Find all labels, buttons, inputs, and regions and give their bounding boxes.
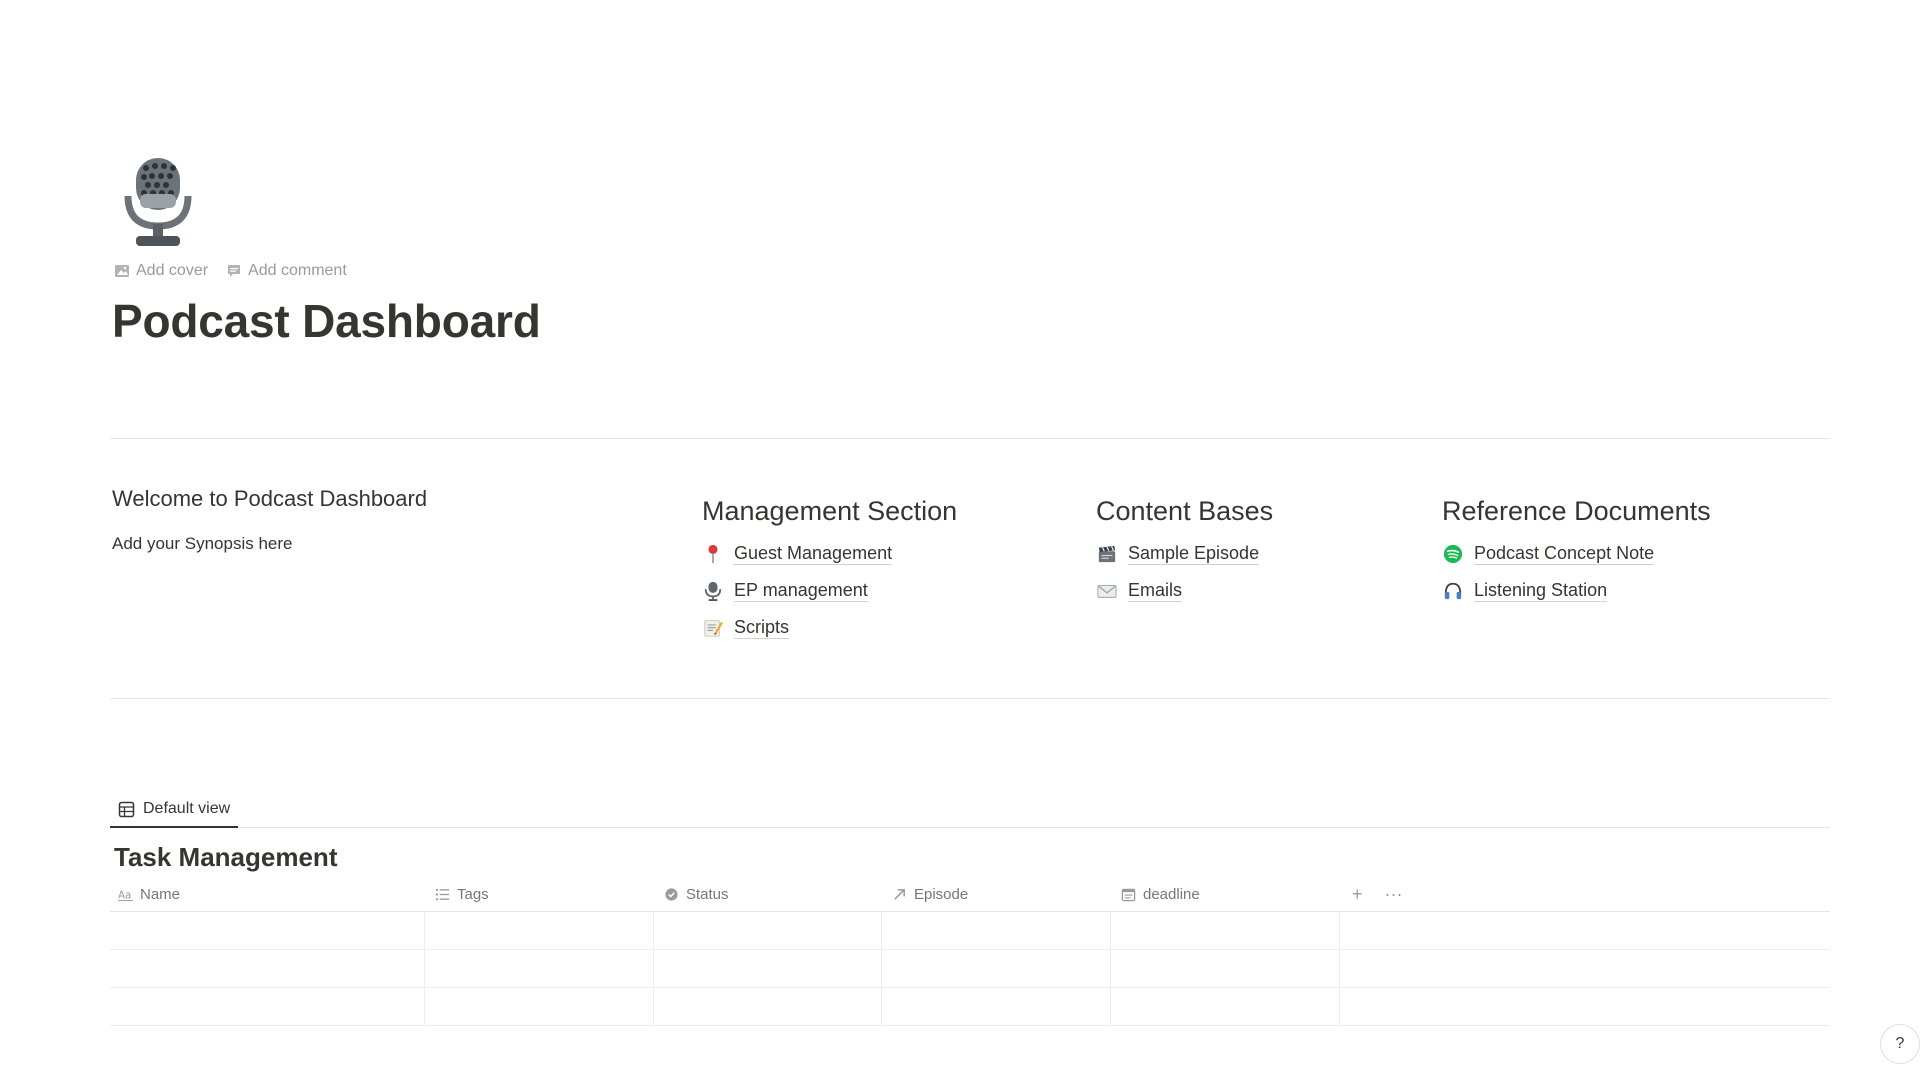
listening-station-link[interactable]: Listening Station	[1442, 572, 1711, 609]
column-header-status[interactable]: Status	[654, 877, 882, 911]
ep-management-link[interactable]: EP management	[702, 572, 957, 609]
link-label: Sample Episode	[1128, 543, 1260, 565]
column-header-deadline[interactable]: deadline	[1111, 877, 1340, 911]
column-header-name[interactable]: Aa Name	[110, 877, 425, 911]
list-icon	[435, 888, 450, 900]
table-cell[interactable]	[654, 988, 882, 1025]
table-row[interactable]	[110, 912, 1830, 950]
svg-text:Aa: Aa	[118, 889, 131, 901]
link-label: Emails	[1128, 580, 1183, 602]
reference-documents-section: Reference Documents Podcast Concept Note…	[1442, 496, 1711, 609]
table-cell[interactable]	[882, 988, 1111, 1025]
calendar-icon	[1121, 888, 1136, 901]
link-label: Guest Management	[734, 543, 893, 565]
link-label: Scripts	[734, 617, 790, 639]
table-row[interactable]	[110, 988, 1830, 1026]
column-label: Status	[686, 885, 729, 903]
memo-icon	[702, 617, 724, 639]
section-heading: Management Section	[702, 496, 958, 526]
status-icon	[665, 887, 678, 901]
table-cell[interactable]	[110, 950, 425, 987]
welcome-block: Welcome to Podcast Dashboard Add your Sy…	[112, 486, 632, 554]
add-property-button[interactable]: +	[1352, 884, 1363, 905]
divider	[110, 438, 1830, 439]
table-header: Aa Name Tags Status Episode deadline + ·…	[110, 877, 1830, 912]
help-label: ?	[1895, 1035, 1905, 1052]
link-label: Listening Station	[1474, 580, 1608, 602]
view-tab-bar: Default view	[110, 792, 1830, 828]
scripts-link[interactable]: Scripts	[702, 609, 957, 646]
table-cell[interactable]	[425, 988, 654, 1025]
link-label: Podcast Concept Note	[1474, 543, 1655, 565]
table-icon	[118, 801, 135, 817]
table-cell	[1340, 912, 1830, 949]
relation-arrow-icon	[894, 888, 905, 900]
help-button[interactable]: ?	[1880, 1024, 1920, 1064]
column-label: Episode	[914, 885, 969, 903]
more-options-button[interactable]: ···	[1385, 884, 1403, 905]
table-cell[interactable]	[425, 950, 654, 987]
section-heading: Reference Documents	[1442, 496, 1711, 526]
envelope-icon	[1096, 580, 1118, 602]
table-cell[interactable]	[425, 912, 654, 949]
emails-link[interactable]: Emails	[1096, 572, 1273, 609]
content-bases-section: Content Bases Sample Episode Emails	[1096, 496, 1273, 609]
page-title: Podcast Dashboard	[112, 295, 541, 347]
table-cell[interactable]	[110, 988, 425, 1025]
table-cell[interactable]	[1111, 912, 1340, 949]
column-label: Name	[140, 885, 181, 903]
table-cell[interactable]	[882, 912, 1111, 949]
column-header-tags[interactable]: Tags	[425, 877, 654, 911]
page-actions: Add cover Add comment	[114, 262, 347, 280]
pushpin-icon	[702, 543, 724, 565]
image-icon	[115, 265, 129, 277]
microphone-icon	[702, 580, 724, 602]
link-label: EP management	[734, 580, 868, 602]
table-cell[interactable]	[1111, 950, 1340, 987]
task-table: Aa Name Tags Status Episode deadline + ·…	[110, 877, 1830, 1026]
sample-episode-link[interactable]: Sample Episode	[1096, 535, 1273, 572]
management-section: Management Section Guest Management EP m…	[702, 496, 957, 646]
add-comment-button[interactable]: Add comment	[226, 262, 347, 280]
microphone-icon[interactable]	[118, 156, 198, 248]
text-icon: Aa	[118, 889, 133, 901]
comment-icon	[228, 265, 241, 277]
table-cell[interactable]	[654, 950, 882, 987]
table-cell[interactable]	[654, 912, 882, 949]
add-comment-label: Add comment	[248, 262, 347, 279]
table-cell	[1340, 950, 1830, 987]
column-label: Tags	[457, 885, 489, 903]
add-cover-button[interactable]: Add cover	[114, 262, 208, 280]
add-cover-label: Add cover	[136, 262, 209, 279]
column-header-actions: + ···	[1340, 877, 1403, 911]
welcome-heading: Welcome to Podcast Dashboard	[112, 486, 428, 511]
podcast-concept-note-link[interactable]: Podcast Concept Note	[1442, 535, 1711, 572]
table-cell	[1340, 988, 1830, 1025]
divider	[110, 698, 1830, 699]
table-cell[interactable]	[110, 912, 425, 949]
clapper-icon	[1096, 543, 1118, 565]
welcome-body[interactable]: Add your Synopsis here	[112, 534, 632, 554]
table-row[interactable]	[110, 950, 1830, 988]
table-cell[interactable]	[1111, 988, 1340, 1025]
table-cell[interactable]	[882, 950, 1111, 987]
spotify-icon	[1442, 543, 1464, 565]
guest-management-link[interactable]: Guest Management	[702, 535, 957, 572]
database-title[interactable]: Task Management	[114, 842, 337, 873]
tab-label: Default view	[143, 800, 231, 817]
section-heading: Content Bases	[1096, 496, 1274, 526]
column-label: deadline	[1143, 885, 1200, 903]
tab-default-view[interactable]: Default view	[110, 792, 239, 828]
column-header-episode[interactable]: Episode	[882, 877, 1111, 911]
headphones-icon	[1442, 580, 1464, 602]
